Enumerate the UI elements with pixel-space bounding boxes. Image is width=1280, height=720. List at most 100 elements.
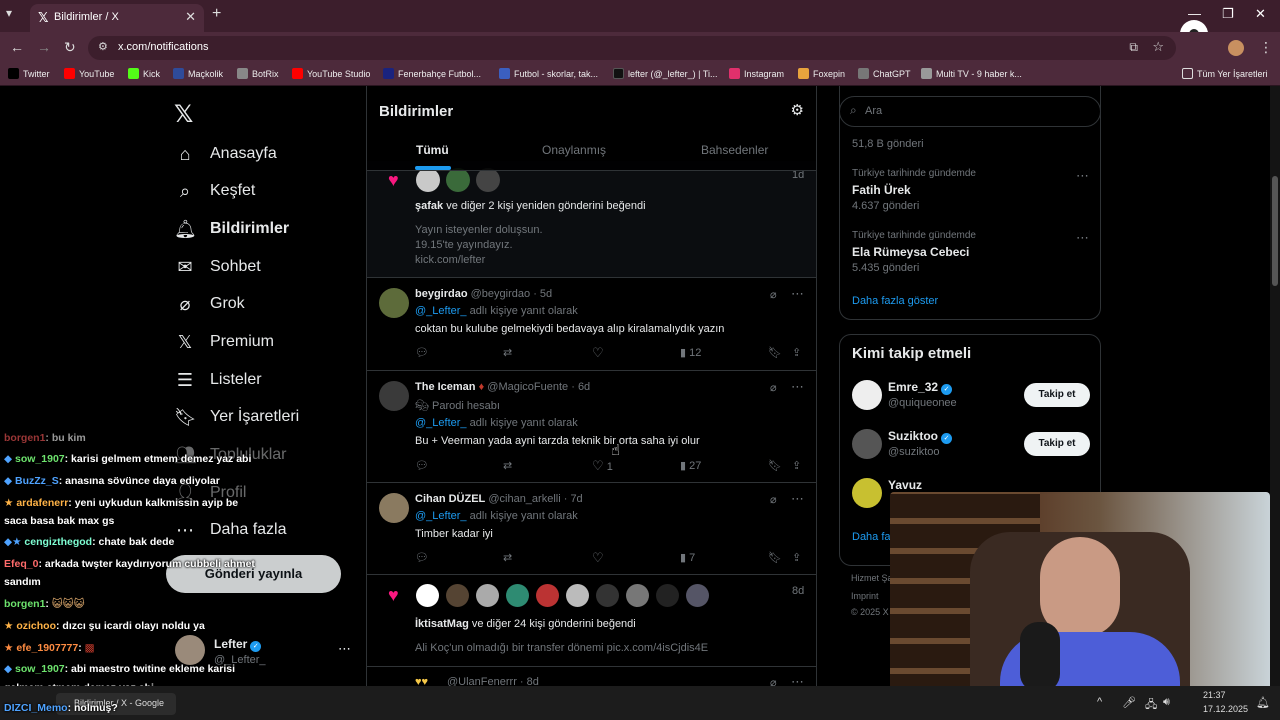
more-icon[interactable]: ⋯ bbox=[791, 491, 804, 507]
avatar[interactable] bbox=[416, 584, 439, 607]
avatar[interactable] bbox=[626, 584, 649, 607]
nav-more[interactable]: ⋯ Daha fazla bbox=[174, 515, 287, 545]
x-home-logo-icon[interactable]: 𝕏 bbox=[174, 100, 193, 129]
footer-link[interactable]: Hizmet Şar bbox=[851, 573, 896, 583]
mic-tray-icon[interactable]: 🎤︎ bbox=[1122, 696, 1136, 709]
new-tab-icon[interactable]: + bbox=[212, 5, 221, 23]
profile-avatar[interactable] bbox=[1228, 40, 1244, 56]
more-icon[interactable]: ⋯ bbox=[791, 286, 804, 302]
avatar[interactable] bbox=[446, 168, 470, 192]
follow-show-more[interactable]: Daha fa bbox=[852, 531, 891, 543]
retweet-icon[interactable]: ⇄ bbox=[503, 551, 512, 564]
window-close-icon[interactable]: ✕ bbox=[1255, 6, 1266, 22]
bookmark-kick[interactable]: Kick bbox=[128, 68, 160, 79]
retweet-icon[interactable]: ⇄ bbox=[503, 346, 512, 359]
bookmark-foxepin[interactable]: Foxepin bbox=[798, 68, 845, 79]
trend-more-icon[interactable]: ⋯ bbox=[1076, 168, 1089, 184]
account-menu-icon[interactable]: ⋯ bbox=[338, 641, 351, 657]
star-icon[interactable]: ☆ bbox=[1152, 39, 1164, 55]
minimize-icon[interactable]: — bbox=[1188, 6, 1201, 21]
reply-icon[interactable]: 💬︎ bbox=[415, 551, 429, 564]
address-bar[interactable]: ⚙ x.com/notifications ⧉ ☆ bbox=[88, 36, 1176, 60]
volume-tray-icon[interactable]: 🔊︎ bbox=[1163, 696, 1170, 709]
grok-icon[interactable]: ⌀ bbox=[770, 288, 777, 301]
nav-home[interactable]: ⌂ Anasayfa bbox=[174, 139, 277, 169]
notification-reply-cihan[interactable]: Cihan DÜZEL @cihan_arkelli · 7d ⌀ ⋯ @_Le… bbox=[367, 483, 816, 575]
trend-more-icon[interactable]: ⋯ bbox=[1076, 230, 1089, 246]
share-icon[interactable]: ⇪ bbox=[792, 346, 801, 359]
bookmark-youtube-studio[interactable]: YouTube Studio bbox=[292, 68, 370, 79]
avatar[interactable] bbox=[852, 478, 882, 508]
avatar[interactable] bbox=[476, 584, 499, 607]
preview-link[interactable]: kick.com/lefter bbox=[415, 254, 485, 266]
trends-show-more[interactable]: Daha fazla göster bbox=[852, 295, 938, 307]
page-scrollbar[interactable] bbox=[1270, 86, 1280, 686]
tab-all[interactable]: Tümü bbox=[416, 143, 449, 157]
forward-icon[interactable]: → bbox=[37, 39, 51, 55]
notification-reply-iceman[interactable]: The Iceman ♦ @MagicoFuente · 6d ⌀ ⋯ 🎭︎ P… bbox=[367, 371, 816, 483]
avatar[interactable] bbox=[656, 584, 679, 607]
avatar[interactable] bbox=[476, 168, 500, 192]
nav-bookmarks[interactable]: 🔖︎ Yer İşaretleri bbox=[174, 402, 299, 432]
like-icon[interactable]: ♡ 1 bbox=[592, 458, 613, 474]
trend-name[interactable]: Fatih Ürek bbox=[852, 183, 911, 197]
bookmark-icon[interactable]: 🔖︎ bbox=[768, 346, 782, 359]
notification-like-2[interactable]: ♥ 8d İktisatMag ve diğer 24 kişi gönderi… bbox=[367, 575, 816, 667]
nav-notifications[interactable]: 🔔︎ Bildirimler bbox=[174, 214, 289, 244]
footer-link[interactable]: Imprint bbox=[851, 591, 879, 601]
avatar[interactable] bbox=[566, 584, 589, 607]
search-input[interactable]: ⌕ Ara bbox=[839, 96, 1101, 127]
grok-icon[interactable]: ⌀ bbox=[770, 676, 777, 686]
follow-button[interactable]: Takip et bbox=[1024, 432, 1090, 456]
bookmark-icon[interactable]: 🔖︎ bbox=[768, 459, 782, 472]
tab-search-icon[interactable]: ▾ bbox=[6, 6, 12, 20]
reply-icon[interactable]: 💬︎ bbox=[415, 346, 429, 359]
views-icon[interactable]: ▮ 27 bbox=[680, 459, 701, 472]
settings-gear-icon[interactable]: ⚙ bbox=[791, 101, 804, 119]
all-bookmarks[interactable]: Tüm Yer İşaretleri bbox=[1182, 68, 1268, 79]
clock-time[interactable]: 21:37 bbox=[1203, 690, 1226, 700]
reply-icon[interactable]: 💬︎ bbox=[415, 459, 429, 472]
install-icon[interactable]: ⧉ bbox=[1129, 40, 1138, 55]
browser-tab-active[interactable]: 𝕏 Bildirimler / X ✕ bbox=[30, 4, 204, 32]
bookmark-icon[interactable]: 🔖︎ bbox=[768, 551, 782, 564]
bookmark-fenerbahce[interactable]: Fenerbahçe Futbol... bbox=[383, 68, 481, 79]
like-icon[interactable]: ♡ bbox=[592, 550, 604, 566]
follow-button[interactable]: Takip et bbox=[1024, 383, 1090, 407]
network-tray-icon[interactable]: 🖧 bbox=[1145, 696, 1157, 715]
site-info-icon[interactable]: ⚙ bbox=[98, 40, 108, 53]
bookmark-futbol[interactable]: Futbol - skorlar, tak... bbox=[499, 68, 598, 79]
bookmark-tiktok[interactable]: lefter (@_lefter_) | Ti... bbox=[613, 68, 718, 79]
trend-name[interactable]: Ela Rümeysa Cebeci bbox=[852, 245, 969, 259]
account-name[interactable]: Lefter ✓ bbox=[214, 637, 262, 652]
bookmark-multitv[interactable]: Multi TV - 9 haber k... bbox=[921, 68, 1022, 79]
suggested-user-name[interactable]: Yavuz bbox=[888, 478, 922, 492]
avatar[interactable] bbox=[379, 288, 409, 318]
more-icon[interactable]: ⋯ bbox=[791, 674, 804, 686]
views-icon[interactable]: ▮ 12 bbox=[680, 346, 701, 359]
back-icon[interactable]: ← bbox=[10, 39, 24, 55]
avatar[interactable] bbox=[852, 380, 882, 410]
retweet-icon[interactable]: ⇄ bbox=[503, 459, 512, 472]
avatar[interactable] bbox=[596, 584, 619, 607]
grok-icon[interactable]: ⌀ bbox=[770, 493, 777, 506]
share-icon[interactable]: ⇪ bbox=[792, 459, 801, 472]
tab-mentions[interactable]: Bahsedenler bbox=[701, 143, 768, 157]
avatar[interactable] bbox=[536, 584, 559, 607]
notification-like-1[interactable]: ♥ 1d şafak ve diğer 2 kişi yeniden gönde… bbox=[367, 161, 816, 278]
like-icon[interactable]: ♡ bbox=[592, 345, 604, 361]
grok-icon[interactable]: ⌀ bbox=[770, 381, 777, 394]
avatar[interactable] bbox=[379, 381, 409, 411]
bookmark-twitter[interactable]: Twitter bbox=[8, 68, 50, 79]
tab-close-icon[interactable]: ✕ bbox=[185, 9, 196, 25]
notification-reply-beygirdao[interactable]: beygirdao @beygirdao · 5d ⌀ ⋯ @_Lefter_ … bbox=[367, 278, 816, 371]
views-icon[interactable]: ▮ 7 bbox=[680, 551, 695, 564]
tray-chevron-icon[interactable]: ^ bbox=[1097, 696, 1102, 708]
bookmark-mackolik[interactable]: Maçkolik bbox=[173, 68, 223, 79]
notification-tray-icon[interactable]: 🔔︎ bbox=[1256, 696, 1270, 709]
clock-date[interactable]: 17.12.2025 bbox=[1203, 704, 1248, 714]
avatar[interactable] bbox=[416, 168, 440, 192]
suggested-user-name[interactable]: Suziktoo ✓ bbox=[888, 429, 952, 444]
avatar[interactable] bbox=[506, 584, 529, 607]
nav-grok[interactable]: ⌀ Grok bbox=[174, 289, 245, 319]
